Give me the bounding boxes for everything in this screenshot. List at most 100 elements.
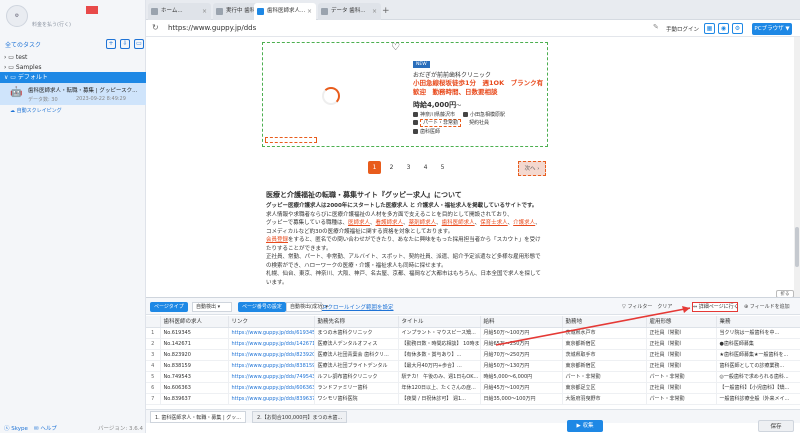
task-name: 歯科医師求人・転職・募集 | グッピースク... — [28, 88, 138, 94]
page-type-select[interactable]: 自動検出 ▾ — [192, 302, 232, 312]
go-detail-page-button[interactable]: ⇔ 詳細ページに行く — [692, 302, 739, 312]
page-icon — [216, 8, 223, 15]
new-tab-button[interactable]: + — [382, 6, 390, 16]
tasks-header: 全てのタスク + ⇩ ▭ — [0, 38, 146, 50]
import-icon[interactable]: ⇩ — [120, 39, 130, 49]
table-row[interactable]: 4 No.838159 https://www.guppy.jp/dds/83815… — [146, 360, 800, 372]
page-5[interactable]: 5 — [436, 161, 449, 174]
table-cell: 一般歯科診療全般（外来メイ... — [716, 393, 800, 405]
table-cell: ◎一般歯科で求められる歯科... — [716, 371, 800, 383]
table-row[interactable]: 3 No.823920 https://www.guppy.jp/dds/82392… — [146, 349, 800, 361]
pager-setting-select[interactable]: 自動検出(成功) ▾ — [286, 302, 328, 312]
reload-icon[interactable]: ↻ — [152, 23, 159, 32]
table-row[interactable]: 7 No.839637 https://www.guppy.jp/dds/83963… — [146, 393, 800, 405]
grid-icon[interactable]: ▦ — [704, 23, 715, 34]
page-2[interactable]: 2 — [385, 161, 398, 174]
column-header[interactable]: リンク — [228, 316, 315, 328]
table-cell: No.619345 — [160, 327, 229, 339]
bottom-tab-2[interactable]: 2.【お問合100,000円】まつの木歯... — [252, 411, 348, 423]
skype-link[interactable]: ⓢ Skype — [4, 424, 28, 432]
table-cell: https://www.guppy.jp/dds/838159 — [228, 360, 315, 372]
new-task-icon[interactable]: + — [106, 39, 116, 49]
link-doctor[interactable]: 医師求人 — [348, 220, 370, 226]
heart-icon[interactable]: ♡ — [391, 42, 400, 53]
save-button[interactable]: 保存 — [758, 420, 794, 432]
folder-icon[interactable]: ▭ — [134, 39, 144, 49]
page-scrollbar[interactable] — [794, 37, 800, 297]
clear-button[interactable]: クリア — [657, 304, 672, 310]
version-label: バージョン: 3.6.4 — [98, 426, 143, 432]
about-section: 医療と介護福祉の転職・募集サイト『グッピー求人』について グッピー医療介護求人は… — [266, 190, 546, 287]
bottom-tabs: 1. 歯科医師求人・転職・募集 | グッ... 2.【お問合100,000円】ま… — [146, 409, 800, 423]
tree-folder-default[interactable]: ∨ ▭ デフォルト — [0, 72, 146, 83]
scroll-thumb[interactable] — [795, 227, 799, 267]
table-cell: 月給50万〜130万円 — [480, 360, 563, 372]
web-view: ♡ NEW おだぎが前前歯科クリニック 小田急線桜坂徒歩1分 週1OK ブランク… — [146, 37, 800, 297]
station-info: 小田急相模原駅 — [463, 111, 505, 118]
column-header[interactable]: 給料 — [480, 316, 563, 328]
loading-spinner-icon — [322, 87, 340, 105]
user-icon — [413, 129, 418, 134]
upgrade-link[interactable]: 料金を払う(行く) — [32, 21, 71, 28]
pc-browser-button[interactable]: PCブラウザ ▼ — [752, 23, 792, 35]
all-tasks-title[interactable]: 全てのタスク — [5, 40, 41, 49]
close-icon[interactable]: × — [307, 3, 312, 20]
page-4[interactable]: 4 — [419, 161, 432, 174]
link-dentist[interactable]: 歯科医師求人 — [442, 220, 475, 226]
task-meta: データ数: 30 — [28, 97, 58, 103]
column-header[interactable]: 勤務地 — [562, 316, 647, 328]
link-care[interactable]: 介護求人 — [513, 220, 535, 226]
link-pharmacist[interactable]: 薬剤師求人 — [409, 220, 437, 226]
tab-dentist-jobs[interactable]: 歯科医師求人... × — [254, 3, 316, 20]
settings-icon[interactable]: ⚙ — [732, 23, 743, 34]
table-row[interactable]: 6 No.606363 https://www.guppy.jp/dds/60636… — [146, 382, 800, 394]
edit-icon[interactable]: ✎ — [653, 23, 659, 31]
table-cell: 月給70万〜250万円 — [480, 349, 563, 361]
help-link[interactable]: ✉ ヘルプ — [34, 424, 57, 432]
task-item[interactable]: 🤖 歯科医師求人・転職・募集 | グッピースク... データ数: 30 2023… — [0, 83, 146, 105]
link-register[interactable]: 会員登録 — [266, 237, 288, 243]
table-row[interactable]: 5 No.749543 https://www.guppy.jp/dds/74954… — [146, 371, 800, 383]
tab-home[interactable]: ホーム... × — [148, 3, 211, 20]
job-listing-card[interactable]: ♡ NEW おだぎが前前歯科クリニック 小田急線桜坂徒歩1分 週1OK ブランク… — [262, 42, 548, 147]
add-field-button[interactable]: ⊕ フィールドを追加 — [744, 303, 790, 310]
collapse-button[interactable]: 折る — [776, 290, 794, 297]
table-cell: 当クリ院は一般歯科を中... — [716, 327, 800, 339]
column-header[interactable]: タイトル — [398, 316, 481, 328]
column-header[interactable]: 勤務先名称 — [314, 316, 399, 328]
close-icon[interactable]: × — [372, 3, 377, 20]
data-table: 歯科医師の求人 リンク 勤務先名称 タイトル 給料 勤務地 雇用形態 業務 1 No.61934… — [146, 316, 800, 405]
table-cell: 6 — [146, 382, 161, 394]
data-preview-panel: ページタイプ 自動検出 ▾ ページ番号の設定 自動検出(成功) ▾ スクロールイ… — [146, 297, 800, 433]
table-cell: 2 — [146, 338, 161, 350]
job-title[interactable]: 小田急線桜坂徒歩1分 週1OK ブランク有歓迎 勤務時間、日数要相談 — [413, 79, 545, 97]
link-nursery[interactable]: 保育士求人 — [480, 220, 508, 226]
link-nurse[interactable]: 看護師求人 — [376, 220, 404, 226]
filter-button[interactable]: ▽ フィルター クリア — [622, 303, 672, 310]
table-cell: 正社員（常勤） — [646, 338, 717, 350]
bottom-tab-1[interactable]: 1. 歯科医師求人・転職・募集 | グッ... — [150, 411, 246, 423]
column-header[interactable]: 歯科医師の求人 — [160, 316, 229, 328]
table-row[interactable]: 1 No.619345 https://www.guppy.jp/dds/61934… — [146, 327, 800, 339]
robot-icon: 🤖 — [10, 87, 23, 98]
collect-button[interactable]: ▶ 収集 — [567, 420, 603, 432]
table-cell: 【最大月40万円+歩合】... — [398, 360, 481, 372]
cloud-run-link[interactable]: ☁ 自動スクレイピング — [10, 107, 62, 114]
table-cell: 4 — [146, 360, 161, 372]
close-icon[interactable]: × — [202, 3, 207, 20]
page-3[interactable]: 3 — [402, 161, 415, 174]
next-page-button[interactable]: 次へ › — [518, 161, 546, 176]
scroll-range-link[interactable]: スクロールイング範囲を設定 — [322, 303, 394, 311]
url-input[interactable]: https://www.guppy.jp/dds — [168, 24, 256, 32]
octoparse-logo-icon: ⚙ — [6, 5, 28, 27]
eye-icon[interactable]: ◉ — [718, 23, 729, 34]
manual-login-button[interactable]: 手動ログイン — [666, 25, 699, 33]
column-header[interactable]: 雇用形態 — [646, 316, 717, 328]
page-1[interactable]: 1 — [368, 161, 381, 174]
table-row[interactable]: 2 No.142671 https://www.guppy.jp/dds/14267… — [146, 338, 800, 350]
table-cell: 医療法人社団青葉会 歯科クリ... — [314, 349, 399, 361]
table-cell: ルフレ調布歯科クリニック — [314, 371, 399, 383]
tab-data[interactable]: データ 歯科... × — [318, 3, 381, 20]
column-header[interactable]: 業務 — [716, 316, 800, 328]
column-header[interactable] — [146, 316, 161, 328]
